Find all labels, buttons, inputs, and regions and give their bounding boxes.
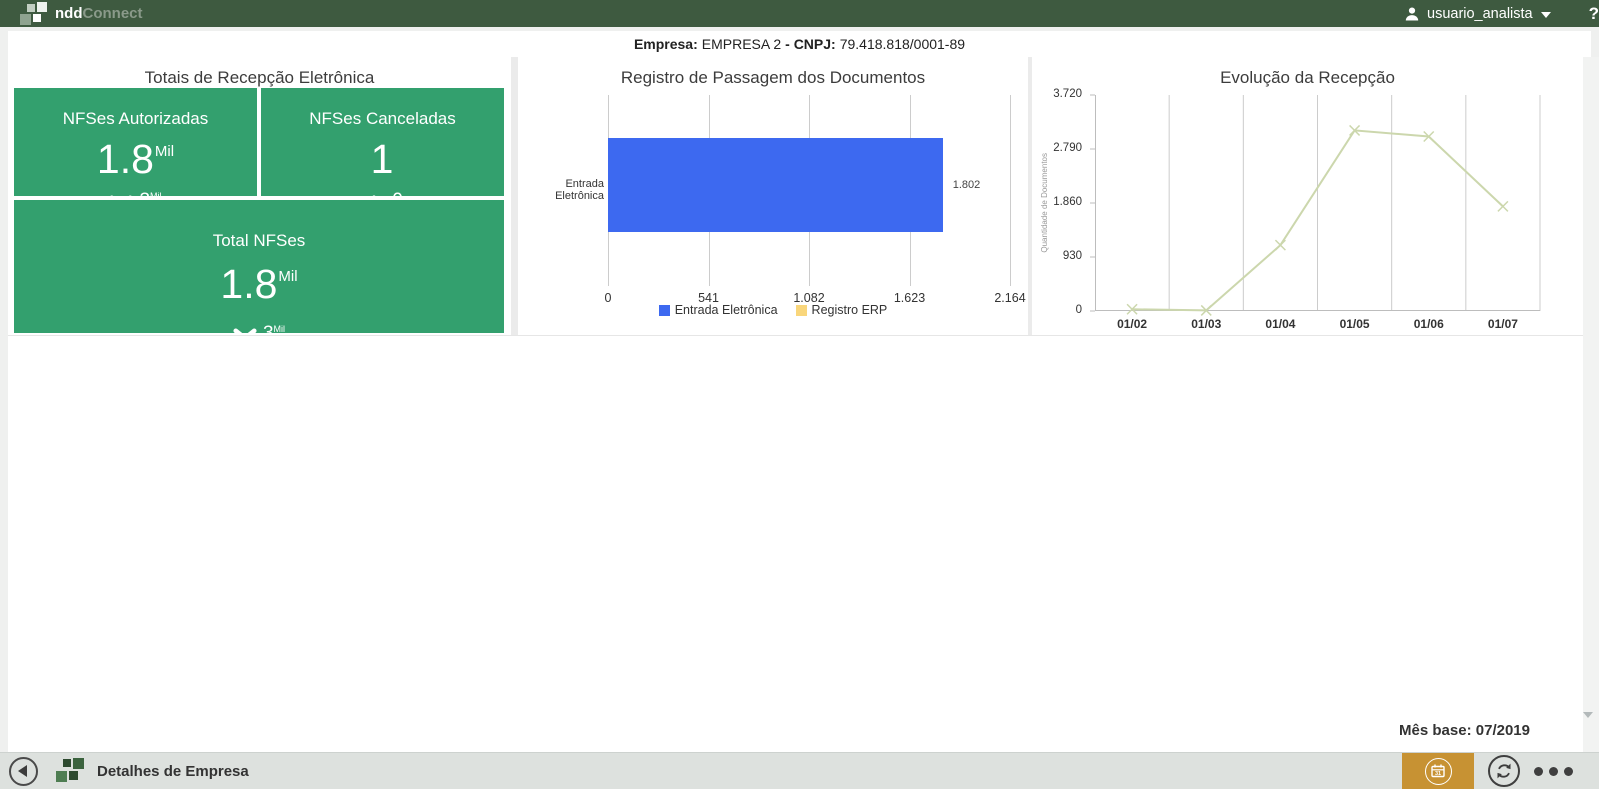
y-tick-label: 1.860 xyxy=(1032,196,1082,208)
empresa-label: Empresa: xyxy=(634,36,698,52)
tile-value: 1.8Mil xyxy=(220,257,297,314)
panel-title: Totais de Recepção Eletrônica xyxy=(8,68,511,88)
back-arrow-icon xyxy=(18,765,27,777)
tile-value: 1.8Mil xyxy=(97,132,174,189)
user-menu[interactable]: usuario_analista xyxy=(1404,6,1551,22)
more-options-button[interactable] xyxy=(1534,767,1573,776)
legend-label: Entrada Eletrônica xyxy=(675,303,778,317)
panels-bottom-divider xyxy=(8,335,1583,336)
top-header: nddConnect usuario_analista ? xyxy=(0,0,1599,27)
panel-registro-passagem: Registro de Passagem dos Documentos Entr… xyxy=(518,57,1028,335)
legend-label: Registro ERP xyxy=(812,303,888,317)
tiles-row: Total NFSes 1.8Mil 3Mil xyxy=(14,200,504,333)
user-icon xyxy=(1404,6,1420,22)
bar-entrada[interactable] xyxy=(608,138,943,232)
tile-secondary-value: 3Mil xyxy=(263,323,285,345)
tiles-row: NFSes Autorizadas 1.8Mil 3Mil NFSes Canc… xyxy=(14,88,504,196)
tile-value: 1 xyxy=(371,132,395,189)
user-name: usuario_analista xyxy=(1427,6,1533,22)
scroll-down-icon[interactable] xyxy=(1583,712,1593,718)
tile-label: NFSes Canceladas xyxy=(309,109,455,129)
calendar-icon: 31 xyxy=(1425,758,1452,785)
bottom-bar: Detalhes de Empresa 31 xyxy=(0,752,1599,789)
ellipsis-icon xyxy=(1534,767,1543,776)
x-tick-label: 01/06 xyxy=(1394,317,1464,331)
page-title: Detalhes de Empresa xyxy=(97,763,249,780)
legend-swatch xyxy=(796,305,807,316)
ndd-logo-icon xyxy=(20,2,47,26)
cnpj-value: 79.418.818/0001-89 xyxy=(840,36,965,52)
gridline xyxy=(1010,95,1011,286)
footer-actions: 31 xyxy=(1402,753,1599,789)
tile-trend: 3Mil xyxy=(233,323,285,345)
bar-chart-plot: Entrada Eletrônica 1.802 05411.0821.6232… xyxy=(608,95,1010,280)
legend-item: Entrada Eletrônica xyxy=(659,303,778,317)
y-tick-label: 3.720 xyxy=(1032,88,1082,100)
svg-text:31: 31 xyxy=(1435,771,1441,777)
trend-icon xyxy=(233,328,257,341)
panel-evolucao-recepcao: Evolução da Recepção Quantidade de Docum… xyxy=(1032,57,1583,335)
chart-title: Registro de Passagem dos Documentos xyxy=(518,68,1028,88)
panel-divider xyxy=(511,57,518,335)
chart-title: Evolução da Recepção xyxy=(1032,68,1583,88)
mes-base-value: 07/2019 xyxy=(1476,722,1530,739)
kpi-tile[interactable]: NFSes Canceladas 1 0 xyxy=(261,88,504,196)
line-chart-svg xyxy=(1095,95,1540,311)
y-tick-label: 0 xyxy=(1032,304,1082,316)
refresh-icon xyxy=(1494,761,1514,781)
dashboard-page: Totais de Recepção Eletrônica NFSes Auto… xyxy=(8,57,1583,753)
empresa-value: EMPRESA 2 xyxy=(702,36,781,52)
company-bar: Empresa:EMPRESA 2- CNPJ:79.418.818/0001-… xyxy=(8,31,1591,58)
calendar-button[interactable]: 31 xyxy=(1402,753,1474,789)
mes-base: Mês base: 07/2019 xyxy=(1399,722,1530,739)
x-tick-label: 01/05 xyxy=(1320,317,1390,331)
help-button[interactable]: ? xyxy=(1589,4,1599,24)
bar-value-label: 1.802 xyxy=(953,179,981,191)
line-yticks: 09301.8602.7903.720 xyxy=(1032,95,1082,311)
kpi-tile[interactable]: NFSes Autorizadas 1.8Mil 3Mil xyxy=(14,88,257,196)
mes-base-label: Mês base: xyxy=(1399,722,1472,739)
x-tick-label: 01/04 xyxy=(1245,317,1315,331)
tile-label: NFSes Autorizadas xyxy=(63,109,209,129)
cnpj-label: - CNPJ: xyxy=(785,36,836,52)
x-tick-label: 01/07 xyxy=(1468,317,1538,331)
grid-logo-icon xyxy=(56,758,83,784)
y-tick-label: 930 xyxy=(1032,250,1082,262)
line-chart-plot xyxy=(1095,95,1540,311)
y-tick-label: 2.790 xyxy=(1032,142,1082,154)
tile-label: Total NFSes xyxy=(213,231,306,251)
legend-item: Registro ERP xyxy=(796,303,888,317)
panel-totais-recepcao: Totais de Recepção Eletrônica NFSes Auto… xyxy=(8,57,511,335)
ellipsis-icon xyxy=(1564,767,1573,776)
back-button[interactable] xyxy=(9,757,38,786)
kpi-tile[interactable]: Total NFSes 1.8Mil 3Mil xyxy=(14,200,504,333)
brand-name-light: Connect xyxy=(83,5,143,22)
refresh-button[interactable] xyxy=(1488,755,1520,787)
x-tick-label: 01/03 xyxy=(1171,317,1241,331)
chevron-down-icon xyxy=(1541,12,1551,18)
x-tick-label: 01/02 xyxy=(1097,317,1167,331)
legend-swatch xyxy=(659,305,670,316)
brand-name-bold: ndd xyxy=(55,5,83,22)
scrollbar-track[interactable] xyxy=(1583,57,1599,753)
ellipsis-icon xyxy=(1549,767,1558,776)
brand: nddConnect xyxy=(20,2,143,26)
bar-legend: Entrada Eletrônica Registro ERP xyxy=(518,303,1028,317)
bar-category-label: Entrada Eletrônica xyxy=(521,178,604,202)
